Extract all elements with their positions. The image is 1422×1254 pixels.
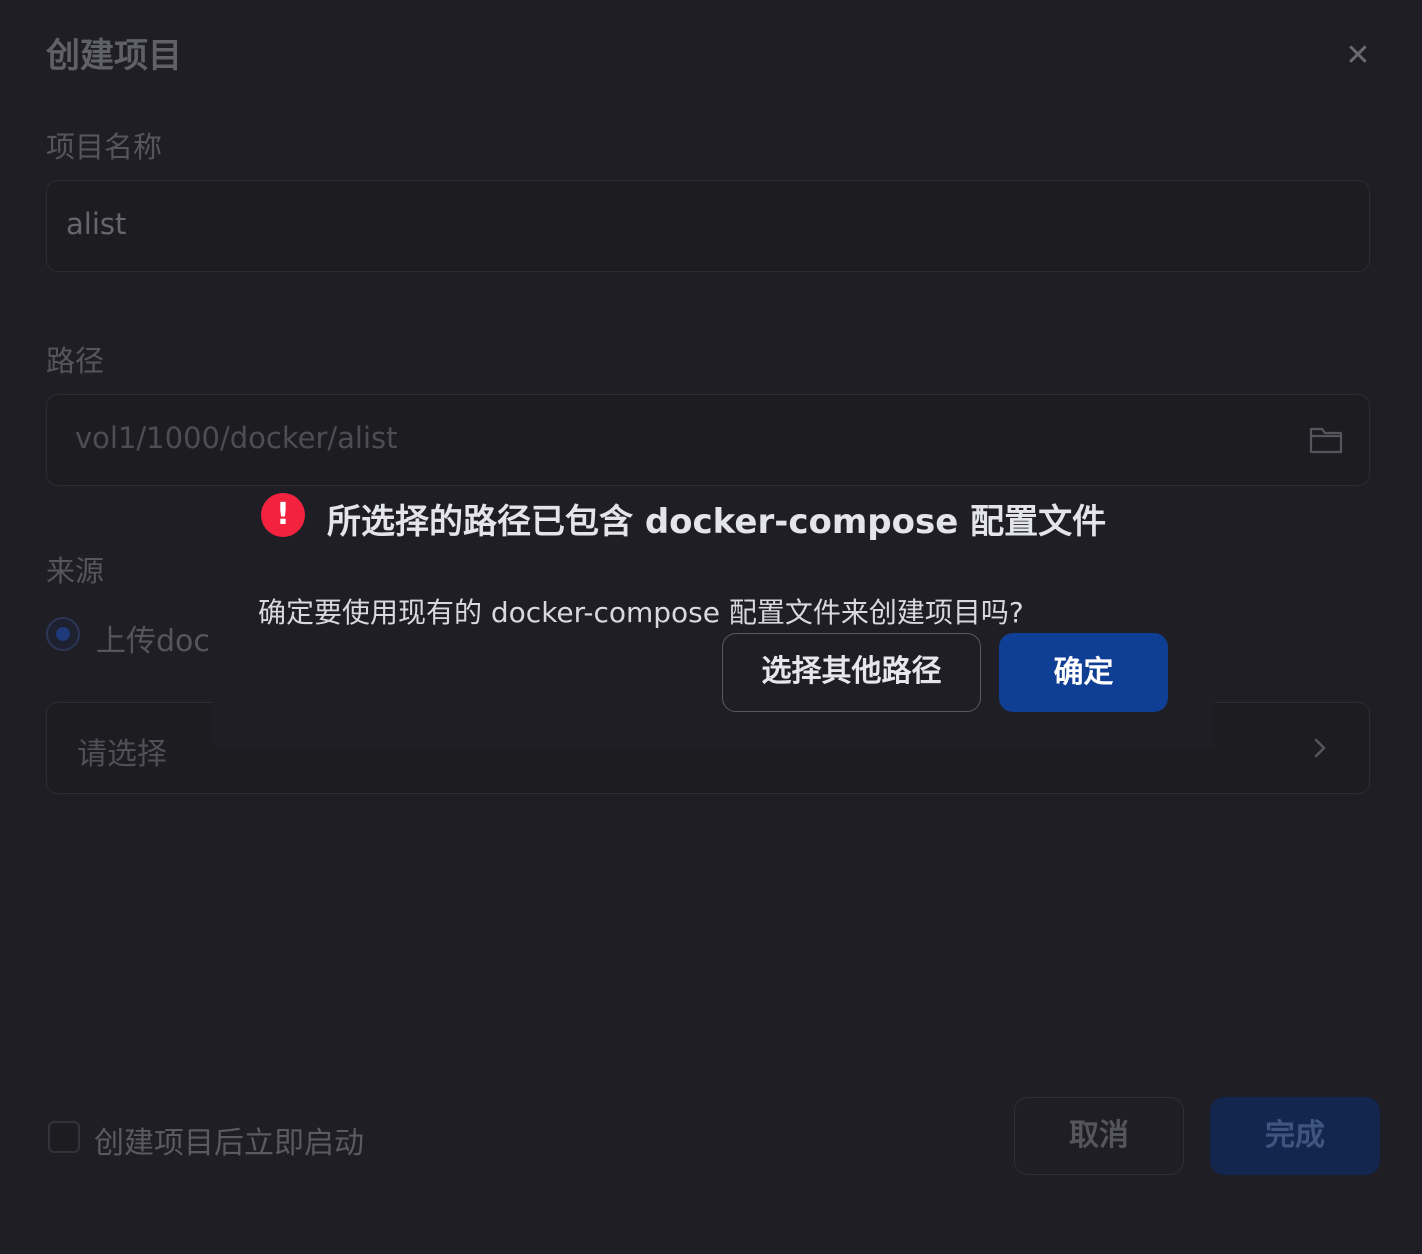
autostart-label: 创建项目后立即启动: [94, 1126, 364, 1161]
folder-icon[interactable]: [1309, 425, 1343, 455]
path-input[interactable]: vol1/1000/docker/alist: [46, 394, 1370, 486]
close-icon[interactable]: ✕: [1338, 36, 1378, 76]
path-value: vol1/1000/docker/alist: [75, 421, 398, 455]
popover-message: 确定要使用现有的 docker-compose 配置文件来创建项目吗?: [258, 596, 1024, 629]
popover-title: 所选择的路径已包含 docker-compose 配置文件: [327, 502, 1107, 542]
autostart-checkbox[interactable]: [48, 1121, 80, 1153]
source-label: 来源: [46, 554, 105, 588]
chevron-right-icon: [1314, 738, 1326, 758]
source-radio-label: 上传doc: [96, 624, 210, 659]
source-radio[interactable]: [46, 617, 80, 651]
cancel-button[interactable]: 取消: [1014, 1097, 1184, 1175]
project-name-label: 项目名称: [46, 130, 163, 164]
choose-other-path-button[interactable]: 选择其他路径: [722, 633, 981, 712]
finish-button[interactable]: 完成: [1210, 1097, 1380, 1175]
exclamation-icon: !: [261, 493, 305, 537]
path-label: 路径: [46, 344, 105, 378]
confirm-popover: ! 所选择的路径已包含 docker-compose 配置文件 确定要使用现有的…: [212, 486, 1214, 748]
dialog-title: 创建项目: [46, 36, 182, 76]
project-name-input[interactable]: alist: [46, 180, 1370, 272]
confirm-button[interactable]: 确定: [999, 633, 1168, 712]
project-name-value: alist: [66, 207, 127, 241]
select-placeholder: 请选择: [77, 737, 167, 772]
